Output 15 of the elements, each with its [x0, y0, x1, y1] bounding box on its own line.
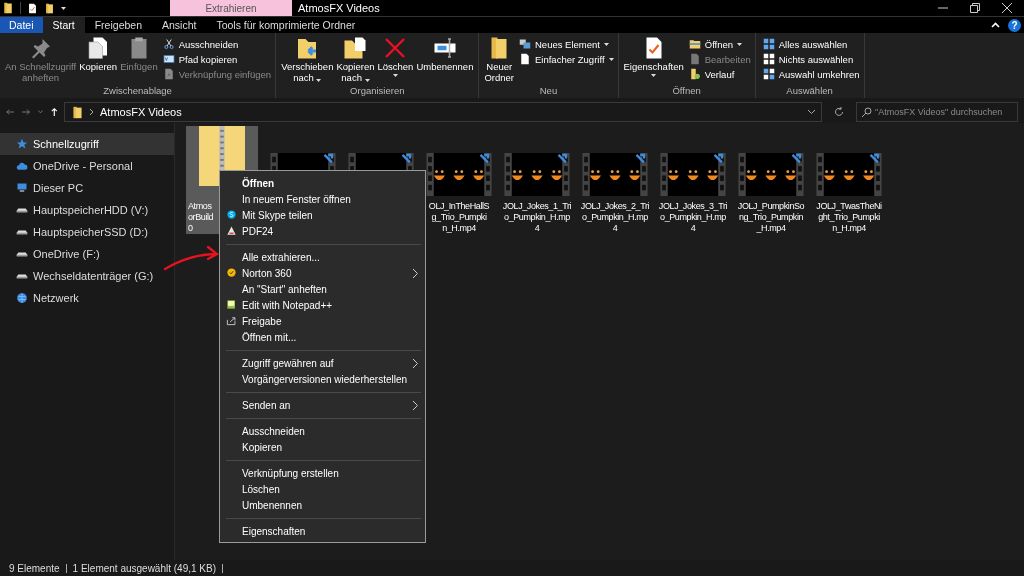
group-label: Auswählen — [785, 85, 834, 97]
file-name: OLJ_InTheHallS g_Trio_Pumpki n_H.mp4 — [428, 201, 490, 234]
group-label: Organisieren — [349, 85, 406, 97]
file-name: JOLJ_TwasTheNi ght_Trio_Pumpki n_H.mp4 — [816, 201, 882, 234]
file-name: JOLJ_Jokes_2_Tri o_Pumpkin_H.mp 4 — [580, 201, 650, 234]
selection-info: 1 Element ausgewählt (49,1 KB) — [72, 562, 216, 574]
window-title: AtmosFX Videos — [297, 2, 381, 14]
group-label: Öffnen — [671, 85, 702, 97]
file-name: JOLJ_Jokes_3_Tri o_Pumpkin_H.mp 4 — [658, 201, 728, 234]
group-label: Zwischenablage — [102, 85, 173, 97]
file-name: JOLJ_PumpkinSo ng_Trio_Pumpkin _H.mp4 — [737, 201, 805, 234]
file-name: JOLJ_Jokes_1_Tri o_Pumpkin_H.mp 4 — [502, 201, 572, 234]
group-label: Neu — [538, 85, 559, 97]
file-name: Atmos orBuild 0 — [188, 201, 214, 234]
item-count: 9 Elemente — [9, 562, 60, 574]
